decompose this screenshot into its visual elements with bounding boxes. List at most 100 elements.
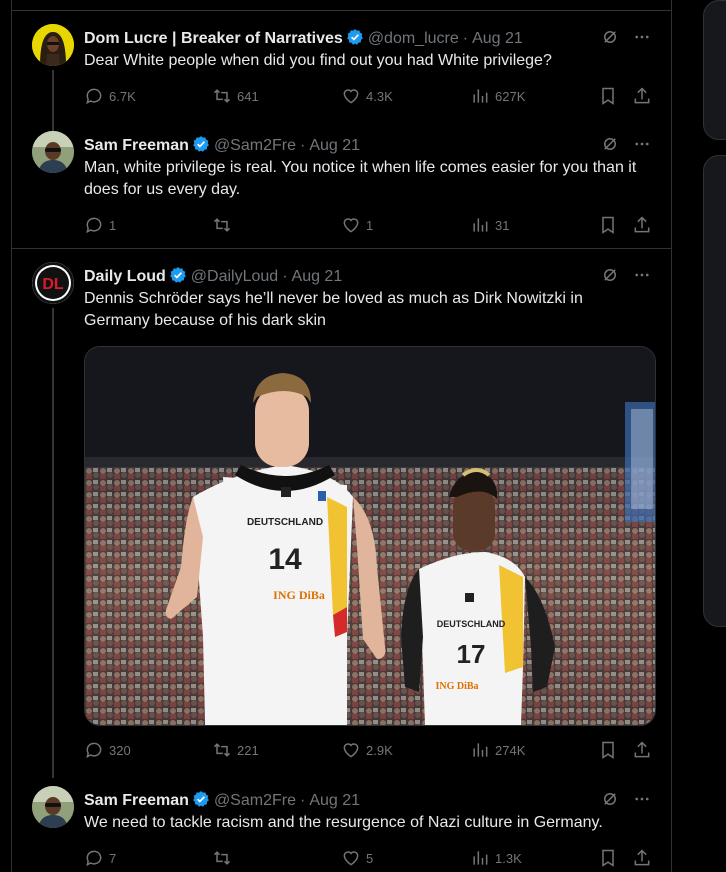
- sidebar-card[interactable]: [703, 0, 726, 140]
- tweet-text: We need to tackle racism and the resurge…: [84, 814, 603, 831]
- more-options-icon[interactable]: [633, 135, 651, 158]
- tweet-header-icons: [601, 135, 651, 158]
- user-handle[interactable]: @DailyLoud: [191, 268, 278, 285]
- views-button[interactable]: 274K: [470, 740, 525, 760]
- grok-icon[interactable]: [601, 28, 619, 51]
- reply-icon: [84, 740, 104, 760]
- avatar[interactable]: [32, 24, 74, 66]
- reply-icon: [84, 86, 104, 106]
- sidebar-card[interactable]: [703, 155, 726, 627]
- share-icon: [632, 740, 652, 760]
- separator-dot: ·: [462, 30, 469, 47]
- share-button[interactable]: [632, 848, 652, 868]
- views-icon: [470, 86, 490, 106]
- avatar[interactable]: [32, 131, 74, 173]
- views-button[interactable]: 1.3K: [470, 848, 522, 868]
- bookmark-icon: [598, 86, 618, 106]
- views-count: 274K: [495, 742, 526, 758]
- display-name[interactable]: Sam Freeman: [84, 792, 189, 809]
- display-name[interactable]: Sam Freeman: [84, 137, 189, 154]
- heart-icon: [341, 740, 361, 760]
- grok-icon[interactable]: [601, 266, 619, 289]
- avatar[interactable]: DL: [32, 262, 74, 304]
- like-button[interactable]: 1: [341, 215, 373, 235]
- verified-badge-icon: [169, 266, 187, 289]
- reply-button[interactable]: 320: [84, 740, 131, 760]
- bookmark-button[interactable]: [598, 86, 618, 106]
- tweet-media-image[interactable]: DEUTSCHLAND 14 ING DiBa DEUTSCHLAND 17 I…: [84, 346, 656, 726]
- reply-button[interactable]: 1: [84, 215, 116, 235]
- tweet-date[interactable]: Aug 21: [309, 137, 360, 154]
- like-button[interactable]: 5: [341, 848, 373, 868]
- grok-icon[interactable]: [601, 790, 619, 813]
- views-button[interactable]: 31: [470, 215, 509, 235]
- tweet-header: Sam Freeman @Sam2Fre · Aug 21: [84, 790, 651, 812]
- repost-icon: [212, 848, 232, 868]
- reply-count: 1: [109, 217, 117, 233]
- separator-dot: ·: [299, 792, 306, 809]
- repost-button[interactable]: 221: [212, 740, 259, 760]
- bookmark-button[interactable]: [598, 740, 618, 760]
- tweet-header: Sam Freeman @Sam2Fre · Aug 21: [84, 135, 651, 157]
- grok-icon[interactable]: [601, 135, 619, 158]
- jersey-left-sponsor: ING DiBa: [273, 588, 325, 602]
- reply-button[interactable]: 6.7K: [84, 86, 136, 106]
- views-button[interactable]: 627K: [470, 86, 525, 106]
- bookmark-icon: [598, 740, 618, 760]
- reply-count: 7: [109, 850, 117, 866]
- reply-icon: [84, 848, 104, 868]
- reply-button[interactable]: 7: [84, 848, 116, 868]
- tweet-header-icons: [601, 790, 651, 813]
- more-options-icon[interactable]: [633, 790, 651, 813]
- like-button[interactable]: 2.9K: [341, 740, 393, 760]
- repost-button[interactable]: [212, 848, 237, 868]
- tweet-header-icons: [601, 28, 651, 51]
- divider: [12, 248, 671, 249]
- like-count: 1: [366, 217, 374, 233]
- reply-count: 6.7K: [109, 88, 136, 104]
- share-icon: [632, 848, 652, 868]
- user-handle[interactable]: @Sam2Fre: [214, 792, 296, 809]
- tweet-header-icons: [601, 266, 651, 289]
- tweet-date[interactable]: Aug 21: [292, 268, 343, 285]
- repost-button[interactable]: [212, 215, 237, 235]
- tweet-text: Dear White people when did you find out …: [84, 52, 552, 69]
- like-count: 5: [366, 850, 374, 866]
- repost-icon: [212, 740, 232, 760]
- thread-line: [52, 70, 54, 132]
- views-count: 627K: [495, 88, 526, 104]
- tweet-date[interactable]: Aug 21: [472, 30, 523, 47]
- avatar[interactable]: [32, 786, 74, 828]
- repost-count: 221: [237, 742, 259, 758]
- jersey-right-number: 17: [457, 639, 486, 669]
- jersey-right-text: DEUTSCHLAND: [437, 619, 506, 629]
- more-options-icon[interactable]: [633, 266, 651, 289]
- display-name[interactable]: Daily Loud: [84, 268, 166, 285]
- like-button[interactable]: 4.3K: [341, 86, 393, 106]
- right-sidebar: [703, 0, 726, 872]
- more-options-icon[interactable]: [633, 28, 651, 51]
- separator-dot: ·: [282, 268, 288, 285]
- repost-icon: [212, 215, 232, 235]
- display-name[interactable]: Dom Lucre | Breaker of Narratives: [84, 30, 343, 47]
- bookmark-icon: [598, 848, 618, 868]
- bookmark-button[interactable]: [598, 848, 618, 868]
- share-button[interactable]: [632, 86, 652, 106]
- share-icon: [632, 86, 652, 106]
- bookmark-button[interactable]: [598, 215, 618, 235]
- user-handle[interactable]: @dom_lucre: [368, 30, 459, 47]
- tweet-text: Man, white privilege is real. You notice…: [84, 159, 637, 198]
- share-button[interactable]: [632, 740, 652, 760]
- share-button[interactable]: [632, 215, 652, 235]
- avatar-logo-text: DL: [42, 276, 64, 293]
- thread-line: [52, 308, 54, 778]
- verified-badge-icon: [346, 28, 364, 51]
- tweet-date[interactable]: Aug 21: [309, 792, 360, 809]
- views-count: 31: [495, 217, 510, 233]
- basketball-photo: DEUTSCHLAND 14 ING DiBa DEUTSCHLAND 17 I…: [85, 347, 655, 725]
- repost-button[interactable]: 641: [212, 86, 259, 106]
- tweet-header: Dom Lucre | Breaker of Narratives @dom_l…: [84, 28, 651, 50]
- user-handle[interactable]: @Sam2Fre: [214, 137, 296, 154]
- views-icon: [470, 848, 490, 868]
- tweet-actions: 7 5 1.3K: [84, 848, 651, 868]
